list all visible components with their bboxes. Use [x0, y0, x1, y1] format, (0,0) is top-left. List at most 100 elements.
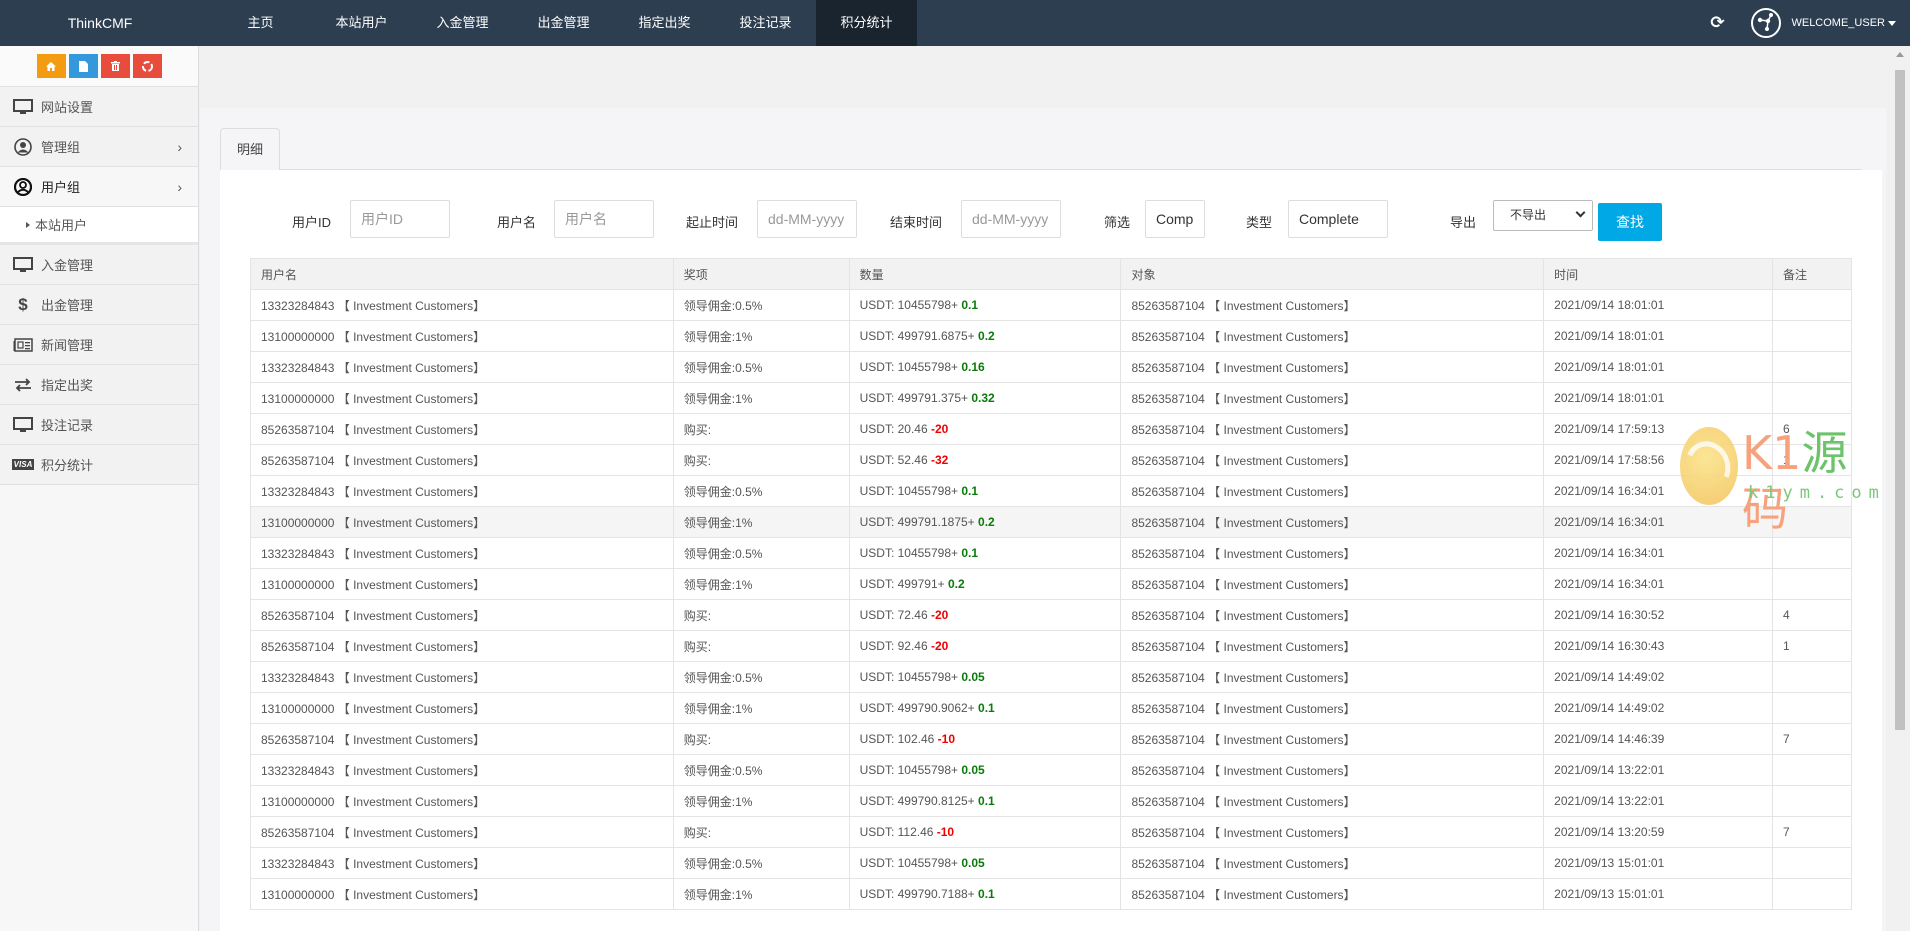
- cell-username: 85263587104 【 Investment Customers】: [250, 630, 674, 662]
- details-panel: 用户ID 用户名 起止时间 结束时间 筛选 类型 导出 不导出 查找: [220, 170, 1882, 931]
- cell-note: [1772, 661, 1852, 693]
- cell-note: 4: [1772, 599, 1852, 631]
- user-id-input[interactable]: [350, 200, 450, 238]
- sidebar-subitem-site-users[interactable]: 本站用户: [0, 207, 198, 245]
- cell-award: 购买:: [672, 816, 850, 848]
- nav-item-deposit[interactable]: 入金管理: [412, 0, 513, 46]
- new-page-button[interactable]: [68, 54, 98, 78]
- sidebar-item-label: 管理组: [41, 140, 81, 155]
- quantity-base: USDT: 10455798+: [859, 763, 962, 777]
- recycle-button[interactable]: [132, 54, 162, 78]
- nav-item-home[interactable]: 主页: [210, 0, 311, 46]
- sidebar-item-label: 网站设置: [41, 100, 94, 115]
- cell-time: 2021/09/13 15:01:01: [1543, 847, 1774, 879]
- cell-award: 领导佣金:1%: [672, 692, 850, 724]
- cell-time: 2021/09/14 14:49:02: [1543, 661, 1774, 693]
- cell-quantity: USDT: 499791.375+ 0.32: [848, 382, 1122, 414]
- type-input[interactable]: [1288, 200, 1388, 238]
- cell-quantity: USDT: 499790.7188+ 0.1: [848, 878, 1122, 910]
- cell-award: 购买:: [672, 444, 850, 476]
- end-time-input[interactable]: [961, 200, 1061, 238]
- cell-quantity: USDT: 112.46 -10: [848, 816, 1122, 848]
- start-time-input[interactable]: [757, 200, 857, 238]
- sidebar-item-bet-records[interactable]: 投注记录: [0, 405, 198, 445]
- brand-logo[interactable]: ThinkCMF: [0, 0, 200, 46]
- sidebar-item-admin-group[interactable]: 管理组 ›: [0, 127, 198, 167]
- refresh-icon[interactable]: ⟳: [1707, 13, 1727, 33]
- table-header-row: 用户名 奖项 数量 对象 时间 备注: [250, 258, 1852, 290]
- main-nav: 主页 本站用户 入金管理 出金管理 指定出奖 投注记录 积分统计: [210, 0, 917, 46]
- nav-item-withdraw[interactable]: 出金管理: [513, 0, 614, 46]
- quantity-base: USDT: 72.46: [859, 608, 931, 622]
- scroll-thumb[interactable]: [1895, 70, 1905, 730]
- nav-item-bet-records[interactable]: 投注记录: [715, 0, 816, 46]
- sidebar-item-deposit[interactable]: 入金管理: [0, 245, 198, 285]
- quantity-base: USDT: 10455798+: [859, 546, 962, 560]
- home-button[interactable]: [36, 54, 66, 78]
- cell-target: 85263587104 【 Investment Customers】: [1120, 444, 1545, 476]
- user-menu[interactable]: WELCOME_USER: [1791, 17, 1896, 29]
- cell-quantity: USDT: 102.46 -10: [848, 723, 1122, 755]
- clear-cache-button[interactable]: [100, 54, 130, 78]
- cell-target: 85263587104 【 Investment Customers】: [1120, 723, 1545, 755]
- quantity-delta: 0.2: [978, 329, 995, 343]
- table-row: 13323284843 【 Investment Customers】 领导佣金:…: [250, 289, 1852, 321]
- avatar[interactable]: [1751, 8, 1782, 38]
- cell-target: 85263587104 【 Investment Customers】: [1120, 692, 1545, 724]
- file-icon: [78, 60, 88, 72]
- cell-time: 2021/09/13 15:01:01: [1543, 878, 1774, 910]
- sidebar-item-label: 出金管理: [41, 298, 94, 313]
- nav-item-points-stats[interactable]: 积分统计: [816, 0, 917, 46]
- caret-right-icon: [26, 221, 30, 228]
- quantity-base: USDT: 499790.9062+: [859, 701, 979, 715]
- filter-form: 用户ID 用户名 起止时间 结束时间 筛选 类型 导出 不导出 查找: [220, 200, 1882, 241]
- sidebar-item-label: 积分统计: [41, 458, 94, 473]
- cell-quantity: USDT: 72.46 -20: [848, 599, 1122, 631]
- nav-item-assign-prize[interactable]: 指定出奖: [614, 0, 715, 46]
- cell-username: 85263587104 【 Investment Customers】: [250, 723, 674, 755]
- quantity-base: USDT: 10455798+: [859, 670, 962, 684]
- shortcut-bar: [0, 46, 198, 87]
- quantity-base: USDT: 499791.375+: [859, 391, 972, 405]
- submenu-label: 本站用户: [35, 218, 88, 233]
- scroll-up-arrow-icon[interactable]: [1896, 52, 1904, 57]
- cell-quantity: USDT: 10455798+ 0.05: [848, 847, 1122, 879]
- sidebar-item-points-stats[interactable]: VISA 积分统计: [0, 445, 198, 485]
- quantity-delta: 0.1: [961, 298, 979, 312]
- cell-note: [1772, 568, 1852, 600]
- quantity-delta: -20: [930, 608, 949, 622]
- sidebar-item-user-group[interactable]: 用户组 ›: [0, 167, 198, 207]
- sidebar-item-withdraw[interactable]: $ 出金管理: [0, 285, 198, 325]
- sidebar-item-news[interactable]: 新闻管理: [0, 325, 198, 365]
- quantity-delta: -20: [930, 639, 949, 653]
- cell-username: 13100000000 【 Investment Customers】: [250, 382, 674, 414]
- nav-item-site-users[interactable]: 本站用户: [311, 0, 412, 46]
- search-button[interactable]: 查找: [1598, 203, 1662, 241]
- cell-username: 13323284843 【 Investment Customers】: [250, 754, 674, 786]
- cell-username: 13100000000 【 Investment Customers】: [250, 692, 674, 724]
- quantity-delta: -10: [937, 732, 955, 746]
- cell-award: 领导佣金:0.5%: [672, 289, 850, 321]
- username-input[interactable]: [554, 200, 654, 238]
- col-username: 用户名: [250, 258, 674, 290]
- tab-details[interactable]: 明细: [220, 128, 280, 171]
- export-select[interactable]: 不导出: [1493, 200, 1593, 231]
- cell-username: 13100000000 【 Investment Customers】: [250, 878, 674, 910]
- tab-bar: 明细: [220, 128, 1862, 171]
- table-body: 13323284843 【 Investment Customers】领导佣金:…: [250, 289, 1852, 910]
- cell-note: [1772, 475, 1852, 507]
- cell-target: 85263587104 【 Investment Customers】: [1120, 630, 1545, 662]
- quantity-delta: 0.1: [978, 887, 995, 901]
- sidebar-item-site-settings[interactable]: 网站设置: [0, 87, 198, 127]
- cell-username: 13323284843 【 Investment Customers】: [250, 351, 674, 383]
- page-scrollbar[interactable]: [1890, 46, 1910, 931]
- table-row: 13100000000 【 Investment Customers】 领导佣金:…: [250, 692, 1852, 724]
- sidebar-item-assign-prize[interactable]: 指定出奖: [0, 365, 198, 405]
- cell-target: 85263587104 【 Investment Customers】: [1120, 351, 1545, 383]
- cell-target: 85263587104 【 Investment Customers】: [1120, 599, 1545, 631]
- screen-input[interactable]: [1145, 200, 1205, 238]
- quantity-delta: 0.05: [961, 763, 985, 777]
- col-target: 对象: [1120, 258, 1545, 290]
- user-name: WELCOME_USER: [1791, 17, 1885, 29]
- quantity-delta: 0.1: [961, 484, 979, 498]
